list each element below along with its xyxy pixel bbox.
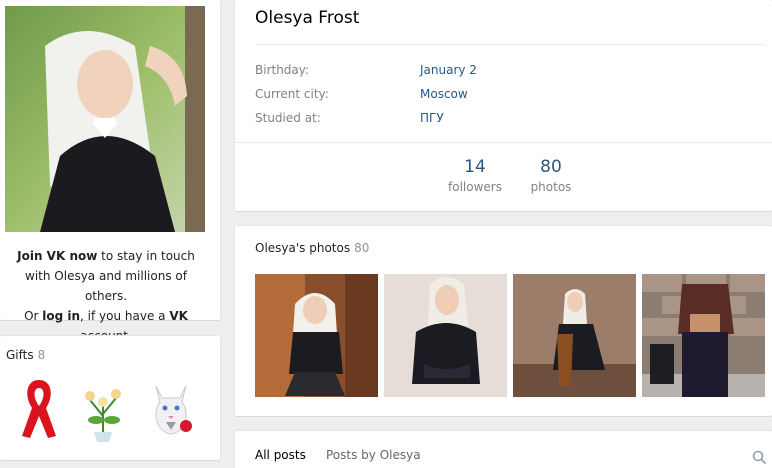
profile-card: Join VK now to stay in touch with Olesya… <box>0 0 220 343</box>
profile-avatar[interactable] <box>5 6 205 232</box>
divider <box>255 44 764 45</box>
photos-title: Olesya's photos <box>255 241 351 255</box>
counter-photos[interactable]: 80 photos <box>521 156 581 196</box>
vk-brand: VK <box>169 309 188 323</box>
photo-thumbnail[interactable] <box>384 274 507 397</box>
gifts-title: Gifts <box>6 348 34 362</box>
info-value-education[interactable]: ПГУ <box>420 110 444 126</box>
photo-thumbnail[interactable] <box>513 274 636 397</box>
ribbon-gift-icon[interactable] <box>14 376 64 442</box>
divider <box>235 142 772 143</box>
or-text: Or <box>24 309 43 323</box>
flowers-gift-icon[interactable] <box>78 376 128 442</box>
cat-gift-icon[interactable] <box>146 376 196 442</box>
profile-name: Olesya Frost <box>255 8 360 28</box>
counter-followers[interactable]: 14 followers <box>441 156 509 196</box>
join-message: Join VK now to stay in touch with Olesya… <box>6 246 206 346</box>
counter-number: 80 <box>540 157 562 177</box>
tab-all-posts[interactable]: All posts <box>255 448 306 462</box>
info-value-birthday[interactable]: January 2 <box>420 62 477 78</box>
gifts-header[interactable]: Gifts 8 <box>6 348 45 362</box>
counter-label: followers <box>448 180 502 194</box>
gifts-count: 8 <box>37 348 46 362</box>
search-icon[interactable] <box>752 449 766 464</box>
join-link[interactable]: Join VK now <box>17 249 97 263</box>
photos-header[interactable]: Olesya's photos 80 <box>255 241 369 255</box>
info-label: Current city: <box>255 87 329 101</box>
info-card: Olesya Frost Birthday: January 2 Current… <box>235 0 772 211</box>
counter-label: photos <box>530 180 572 194</box>
info-label: Birthday: <box>255 63 310 77</box>
photo-thumbnail[interactable] <box>255 274 378 397</box>
photo-thumbnail[interactable] <box>642 274 765 397</box>
info-label: Studied at: <box>255 111 321 125</box>
gifts-card: Gifts 8 <box>0 336 220 460</box>
posts-card: All posts Posts by Olesya <box>235 431 772 468</box>
login-link[interactable]: log in <box>42 309 80 323</box>
photos-count: 80 <box>354 241 370 255</box>
login-rest: , if you have a <box>80 309 170 323</box>
info-value-city[interactable]: Moscow <box>420 86 468 102</box>
tab-owner-posts[interactable]: Posts by Olesya <box>326 448 421 462</box>
photos-card: Olesya's photos 80 <box>235 226 772 416</box>
counter-number: 14 <box>464 157 486 177</box>
